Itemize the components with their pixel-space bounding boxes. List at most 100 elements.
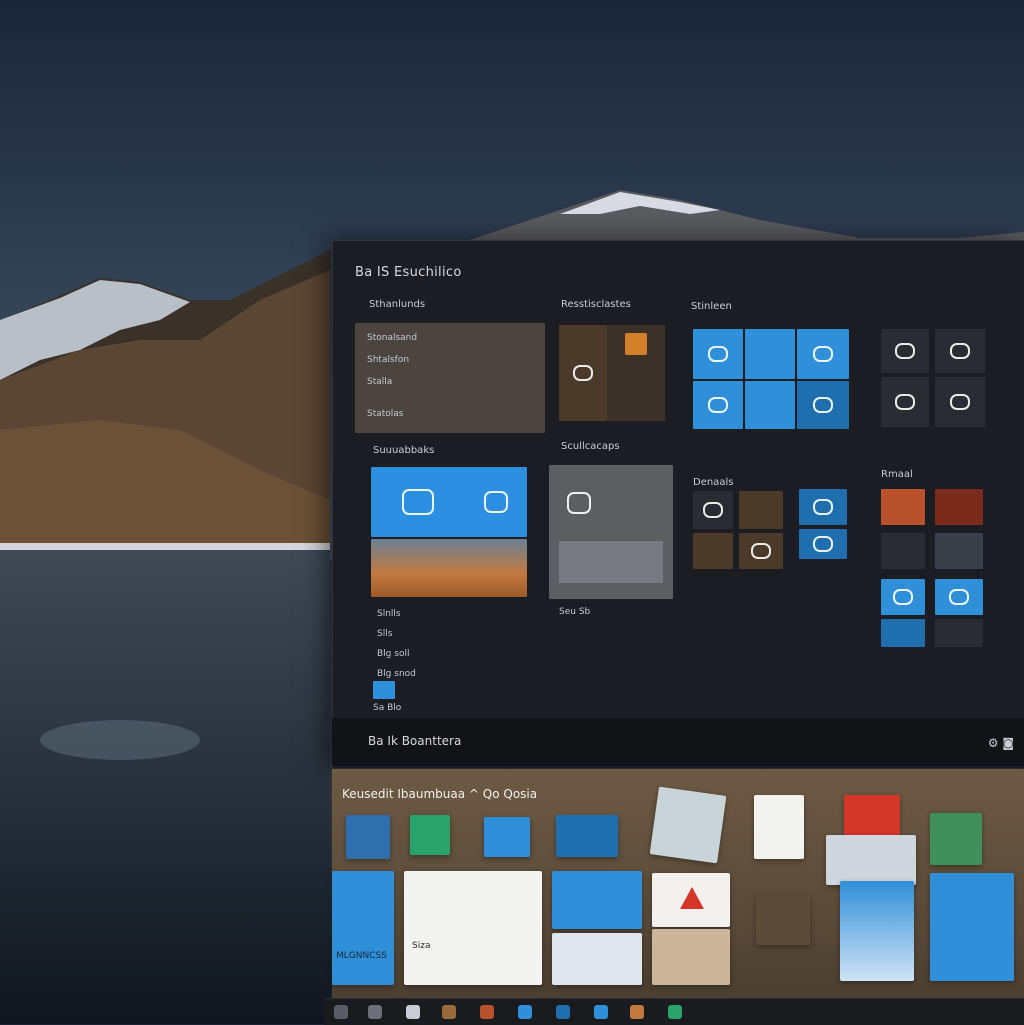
app-tile[interactable] bbox=[881, 489, 925, 525]
app-icon[interactable] bbox=[668, 1005, 682, 1019]
group-8-title-wrap: Rmaal bbox=[881, 469, 913, 480]
app-tile[interactable] bbox=[935, 533, 983, 569]
group-title: Suuuabbaks bbox=[373, 445, 435, 456]
app-tile[interactable] bbox=[693, 329, 743, 379]
app-tile[interactable] bbox=[739, 533, 783, 569]
app-tile[interactable] bbox=[693, 381, 743, 429]
small-app-tile[interactable] bbox=[373, 681, 395, 699]
group-title: Denaals bbox=[693, 477, 734, 488]
tile-label: MLGNNCSS bbox=[336, 951, 387, 961]
taskbar bbox=[324, 998, 1024, 1025]
photo-tile[interactable] bbox=[371, 539, 527, 597]
star-icon bbox=[680, 887, 704, 909]
app-tile[interactable] bbox=[346, 815, 390, 859]
list-item[interactable]: Shtalsfon bbox=[367, 355, 409, 365]
app-tile[interactable] bbox=[799, 529, 847, 559]
app-tile[interactable] bbox=[745, 329, 795, 379]
app-tile[interactable] bbox=[559, 325, 607, 421]
app-icon[interactable] bbox=[630, 1005, 644, 1019]
app-tile[interactable] bbox=[881, 377, 929, 427]
list-tile[interactable]: Stonalsand Shtalsfon Stalla Statolas bbox=[355, 323, 545, 433]
grey-tile[interactable] bbox=[549, 465, 673, 599]
app-tile[interactable] bbox=[693, 533, 733, 569]
gear-icon bbox=[950, 394, 970, 410]
task-view-icon[interactable] bbox=[406, 1005, 420, 1019]
app-tile[interactable] bbox=[930, 873, 1014, 981]
app-tile[interactable] bbox=[552, 871, 642, 929]
app-tile[interactable] bbox=[826, 835, 916, 885]
app-tile[interactable] bbox=[881, 579, 925, 615]
list-item[interactable]: Statolas bbox=[367, 409, 404, 419]
cloud-icon bbox=[401, 489, 434, 515]
start-icon[interactable] bbox=[334, 1005, 348, 1019]
app-icon[interactable] bbox=[480, 1005, 494, 1019]
panel-header: Ba IS Esuchilico bbox=[355, 265, 462, 280]
app-tile[interactable] bbox=[930, 813, 982, 865]
footer-label: Ba Ik Boanttera bbox=[368, 734, 462, 748]
settings-icon[interactable]: ⚙ bbox=[988, 736, 999, 750]
app-tile[interactable] bbox=[935, 329, 985, 373]
circle-icon bbox=[813, 499, 833, 515]
gear-icon bbox=[950, 343, 970, 359]
app-tile[interactable] bbox=[844, 795, 900, 835]
app-icon[interactable] bbox=[518, 1005, 532, 1019]
group-title: Stinleen bbox=[691, 301, 732, 312]
app-tile[interactable] bbox=[881, 619, 925, 647]
app-tile[interactable] bbox=[607, 325, 665, 421]
circle-icon bbox=[566, 491, 591, 514]
camera-icon bbox=[895, 394, 915, 410]
app-tile[interactable]: MLGNNCSS bbox=[332, 871, 394, 985]
app-tile[interactable] bbox=[935, 489, 983, 525]
app-tile[interactable] bbox=[840, 881, 914, 981]
app-tile[interactable] bbox=[799, 489, 847, 525]
group-6-title-wrap: Scullcacaps bbox=[561, 441, 620, 452]
app-tile[interactable] bbox=[556, 815, 618, 857]
app-tile[interactable] bbox=[881, 329, 929, 373]
gear-icon bbox=[949, 589, 969, 605]
group-title: Scullcacaps bbox=[561, 441, 620, 452]
app-tile[interactable] bbox=[410, 815, 450, 855]
orange-icon bbox=[625, 333, 647, 355]
app-tile[interactable] bbox=[935, 619, 983, 647]
cloud-icon bbox=[751, 543, 771, 559]
left-label: Blg snod bbox=[377, 669, 416, 679]
photo-caption: Seu Sb bbox=[559, 607, 591, 617]
camera-icon bbox=[813, 397, 833, 413]
inner-panel bbox=[559, 541, 663, 583]
app-icon[interactable] bbox=[442, 1005, 456, 1019]
group-title: Sthanlunds bbox=[369, 299, 426, 310]
app-tile[interactable]: Siza bbox=[404, 871, 542, 985]
bottom-label: Sa Blo bbox=[373, 703, 402, 713]
app-gallery-window: Keusedit Ibaumbuaa ^ Qo Qosia MLGNNCSS S… bbox=[332, 768, 1024, 999]
app-tile[interactable] bbox=[881, 533, 925, 569]
app-tile[interactable] bbox=[756, 895, 810, 945]
left-label: Blg soll bbox=[377, 649, 410, 659]
app-tile[interactable] bbox=[693, 491, 733, 529]
group-5-title-wrap: Suuuabbaks bbox=[373, 445, 434, 456]
app-tile[interactable] bbox=[484, 817, 530, 857]
app-tile[interactable] bbox=[552, 933, 642, 985]
list-item[interactable]: Stalla bbox=[367, 377, 392, 387]
group-title: Rmaal bbox=[881, 469, 913, 480]
app-tile[interactable] bbox=[745, 381, 795, 429]
left-label: Slnlls bbox=[377, 609, 401, 619]
app-icon[interactable] bbox=[594, 1005, 608, 1019]
app-tile[interactable] bbox=[797, 329, 849, 379]
app-tile[interactable] bbox=[797, 381, 849, 429]
cloud-icon bbox=[893, 589, 913, 605]
app-tile[interactable] bbox=[935, 579, 983, 615]
camera-icon[interactable]: ◙ bbox=[1002, 736, 1014, 750]
cloud-icon bbox=[708, 397, 728, 413]
app-tile[interactable] bbox=[652, 929, 730, 985]
group-7-title-wrap: Denaals bbox=[693, 477, 733, 488]
app-icon[interactable] bbox=[556, 1005, 570, 1019]
app-tile[interactable] bbox=[652, 873, 730, 927]
app-tile[interactable] bbox=[935, 377, 985, 427]
large-tile[interactable] bbox=[371, 467, 527, 537]
app-tile[interactable] bbox=[649, 786, 727, 864]
list-item[interactable]: Stonalsand bbox=[367, 333, 417, 343]
group-1-title-wrap: Sthanlunds bbox=[369, 299, 425, 310]
app-tile[interactable] bbox=[739, 491, 783, 529]
search-icon[interactable] bbox=[368, 1005, 382, 1019]
app-tile[interactable] bbox=[754, 795, 804, 859]
